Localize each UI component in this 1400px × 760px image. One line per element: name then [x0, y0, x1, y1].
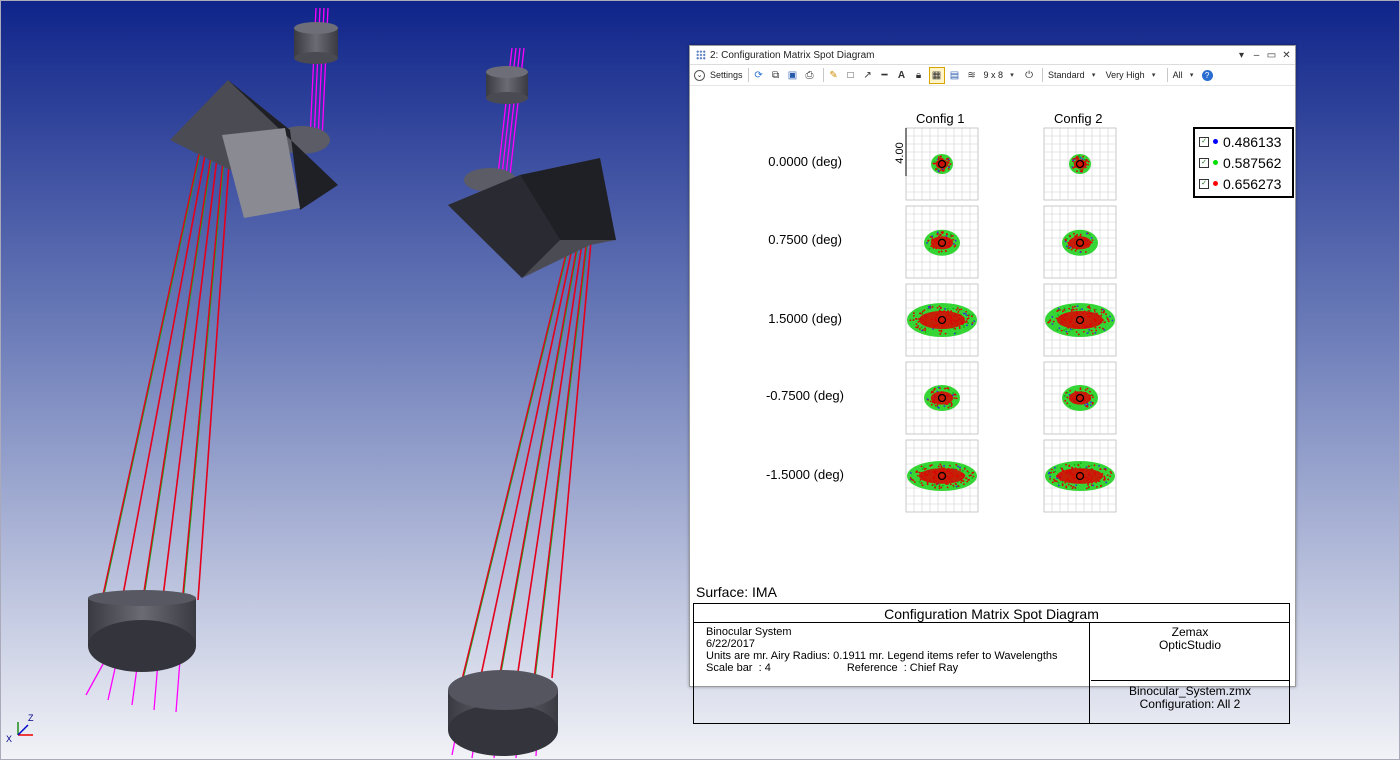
info-title: Configuration Matrix Spot Diagram	[694, 604, 1289, 623]
surface-label: Surface: IMA	[696, 584, 777, 600]
field-label-4: -0.7500 (deg)	[765, 388, 844, 403]
field-label-1: 0.0000 (deg)	[768, 154, 842, 169]
rectangle-icon[interactable]: □	[844, 68, 858, 83]
legend-checkbox-1[interactable]: ✓	[1199, 136, 1209, 147]
grid-size-chevron-icon[interactable]: ▾	[1005, 68, 1019, 83]
toolbar-separator	[822, 68, 824, 82]
window-title: 2: Configuration Matrix Spot Diagram	[710, 49, 875, 61]
toolbar-separator	[1042, 68, 1044, 82]
window-close-button[interactable]: ✕	[1280, 50, 1293, 61]
save-icon[interactable]: ▣	[786, 68, 800, 83]
info-system-name: Binocular System	[706, 626, 792, 638]
layout-grid-icon[interactable]: ▦	[928, 66, 945, 84]
pencil-icon[interactable]: ✎	[827, 68, 841, 83]
print-icon[interactable]: ⎙	[803, 68, 817, 83]
legend-item-2[interactable]: ✓ 0.587562	[1199, 152, 1292, 173]
info-units: Units are mr. Airy Radius: 0.1911 mr. Le…	[706, 650, 1058, 662]
config-1-label: Config 1	[916, 111, 965, 126]
spot-cell	[1043, 439, 1117, 513]
scale-bar: 4.00	[894, 128, 907, 176]
settings-button[interactable]: Settings	[708, 70, 745, 80]
all-dropdown[interactable]: All	[1171, 70, 1185, 80]
text-icon[interactable]: A	[895, 68, 909, 83]
timer-icon[interactable]: ⏻	[1022, 68, 1036, 83]
help-icon[interactable]: ?	[1201, 69, 1213, 81]
toolbar-separator	[1166, 68, 1168, 82]
legend-value-3: 0.656273	[1223, 175, 1282, 192]
info-details: Binocular System 6/22/2017 Units are mr.…	[694, 623, 1090, 723]
spot-cell	[905, 439, 979, 513]
standard-chevron-icon[interactable]: ▾	[1087, 68, 1101, 83]
window-titlebar[interactable]: 2: Configuration Matrix Spot Diagram ▾ –…	[690, 46, 1295, 65]
spot-cell	[1043, 283, 1117, 357]
spot-cell	[905, 283, 979, 357]
spot-cell	[1043, 205, 1117, 279]
legend-value-2: 0.587562	[1223, 154, 1282, 171]
window-grip-icon[interactable]	[696, 50, 706, 60]
grid-size-dropdown[interactable]: 9 x 8	[982, 70, 1006, 80]
field-label-3: 1.5000 (deg)	[768, 311, 842, 326]
legend-checkbox-2[interactable]: ✓	[1199, 157, 1209, 168]
scale-bar-label: 4.00	[894, 142, 906, 163]
info-reference: Reference : Chief Ray	[846, 662, 959, 674]
window-minimize-button[interactable]: –	[1250, 50, 1263, 61]
spot-cell	[1043, 127, 1117, 201]
copy-icon[interactable]: ⧉	[769, 68, 783, 83]
standard-dropdown[interactable]: Standard	[1046, 70, 1087, 80]
legend-dot-blue-icon	[1213, 139, 1218, 144]
legend-dot-green-icon	[1213, 160, 1218, 165]
info-box: Configuration Matrix Spot Diagram Binocu…	[693, 603, 1290, 724]
axis-x-label: X	[6, 734, 12, 744]
info-configuration: Configuration: All 2	[1139, 697, 1241, 711]
spot-diagram-window[interactable]: 2: Configuration Matrix Spot Diagram ▾ –…	[689, 45, 1296, 724]
info-product: OpticStudio	[1158, 638, 1222, 652]
spot-cell	[905, 361, 979, 435]
arrow-icon[interactable]: ↗	[861, 68, 875, 83]
info-vendor-block: Zemax OpticStudio	[1091, 623, 1289, 681]
spot-cell	[1043, 361, 1117, 435]
field-label-2: 0.7500 (deg)	[768, 232, 842, 247]
wavelength-legend: ✓ 0.486133 ✓ 0.587562 ✓ 0.656273	[1193, 127, 1294, 198]
layers-icon[interactable]: ≋	[965, 68, 979, 83]
window-layout-icon[interactable]: ▤	[948, 68, 962, 83]
axis-z-label: Z	[28, 713, 34, 723]
window-menu-button[interactable]: ▾	[1235, 50, 1248, 61]
info-scale-bar: Scale bar : 4	[706, 662, 771, 674]
legend-item-3[interactable]: ✓ 0.656273	[1199, 173, 1292, 194]
toolbar-separator	[747, 68, 749, 82]
spot-cell	[905, 205, 979, 279]
refresh-icon[interactable]: ⟳	[752, 68, 766, 83]
line-icon[interactable]: ━	[878, 68, 892, 83]
info-scale-reference: Scale bar : 4 Reference : Chief Ray	[706, 662, 1089, 674]
info-date: 6/22/2017	[706, 638, 755, 650]
lock-icon[interactable]: 🔒︎	[912, 68, 926, 83]
all-chevron-icon[interactable]: ▾	[1185, 68, 1199, 83]
spot-cell	[905, 127, 979, 201]
legend-dot-red-icon	[1213, 181, 1218, 186]
window-maximize-button[interactable]: ▭	[1265, 50, 1278, 61]
quality-chevron-icon[interactable]: ▾	[1147, 68, 1161, 83]
info-file-block: Binocular_System.zmx Configuration: All …	[1091, 682, 1289, 723]
analysis-toolbar: ⌄ Settings ⟳ ⧉ ▣ ⎙ ✎ □ ↗ ━ A 🔒︎ ▦ ▤ ≋ 9 …	[690, 65, 1295, 86]
config-2-label: Config 2	[1054, 111, 1103, 126]
legend-value-1: 0.486133	[1223, 133, 1282, 150]
legend-checkbox-3[interactable]: ✓	[1199, 178, 1209, 189]
settings-expand-icon[interactable]: ⌄	[694, 69, 705, 81]
quality-dropdown[interactable]: Very High	[1104, 70, 1147, 80]
legend-item-1[interactable]: ✓ 0.486133	[1199, 131, 1292, 152]
field-label-5: -1.5000 (deg)	[765, 467, 844, 482]
spot-diagram-plot: 4.00 Config 1 Config 2 0.0000 (deg) 0.75…	[690, 86, 1295, 724]
